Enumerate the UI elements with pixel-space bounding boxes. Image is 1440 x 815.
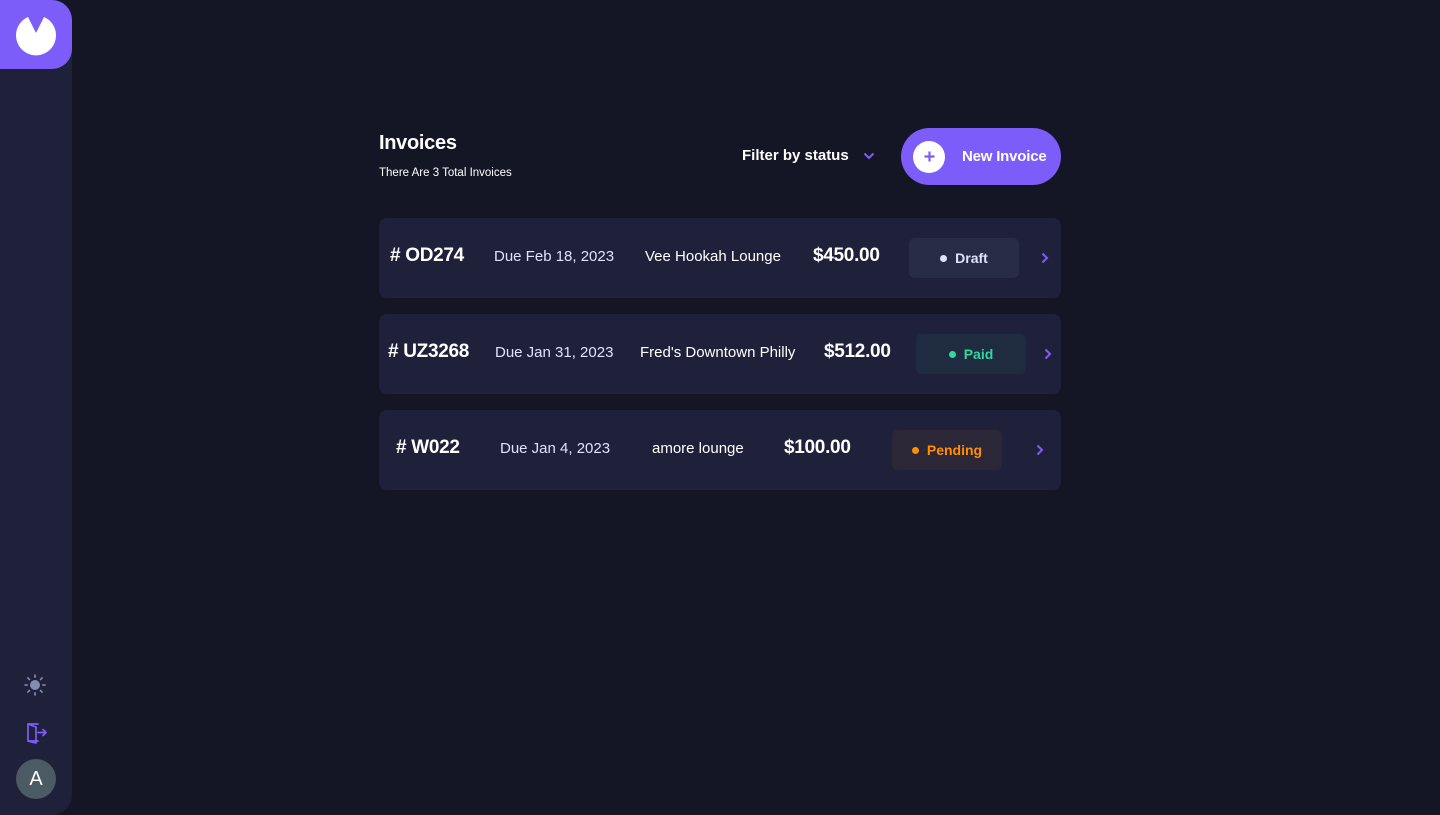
chevron-right-icon	[1044, 348, 1052, 360]
invoice-id: # OD274	[390, 245, 464, 266]
avatar-initial: A	[29, 767, 43, 790]
plus-icon	[924, 151, 934, 162]
sun-icon	[24, 674, 46, 696]
status-badge: Draft	[909, 238, 1019, 278]
status-badge: Paid	[916, 334, 1026, 374]
logout-button[interactable]	[25, 720, 49, 744]
plus-circle	[913, 140, 945, 173]
invoice-amount: $450.00	[813, 245, 880, 266]
invoice-amount: $512.00	[824, 341, 891, 362]
invoice-row[interactable]: # OD274 Due Feb 18, 2023 Vee Hookah Loun…	[379, 218, 1061, 298]
chevron-down-icon	[863, 152, 874, 159]
status-label: Pending	[926, 442, 983, 458]
logo-icon	[15, 17, 56, 56]
invoice-row[interactable]: # W022 Due Jan 4, 2023 amore lounge $100…	[379, 410, 1061, 490]
new-invoice-label: New Invoice	[962, 148, 1047, 165]
theme-toggle-button[interactable]	[24, 674, 46, 696]
invoices-header: Invoices There Are 3 Total Invoices Filt…	[379, 128, 1061, 186]
filter-label: Filter by status	[742, 147, 849, 164]
status-dot	[948, 350, 956, 358]
chevron-right-icon	[1041, 252, 1049, 264]
avatar[interactable]: A	[16, 759, 56, 799]
sidebar: A	[0, 0, 72, 815]
app-logo[interactable]	[0, 0, 72, 69]
invoice-count: There Are 3 Total Invoices	[379, 167, 512, 179]
logout-icon	[27, 723, 47, 744]
status-dot	[911, 446, 919, 454]
invoice-client: Fred's Downtown Philly	[640, 344, 796, 361]
invoice-row[interactable]: # UZ3268 Due Jan 31, 2023 Fred's Downtow…	[379, 314, 1061, 394]
invoice-due-date: Due Jan 4, 2023	[500, 440, 611, 457]
filter-by-status-dropdown[interactable]: Filter by status	[742, 147, 875, 164]
invoice-due-date: Due Feb 18, 2023	[494, 248, 615, 265]
invoice-client: amore lounge	[652, 440, 744, 457]
chevron-right-icon	[1036, 444, 1044, 456]
status-badge: Pending	[892, 430, 1002, 470]
status-label: Paid	[963, 346, 994, 362]
status-dot	[940, 254, 948, 262]
invoice-amount: $100.00	[784, 437, 851, 458]
new-invoice-button[interactable]: New Invoice	[901, 128, 1061, 185]
invoice-client: Vee Hookah Lounge	[645, 248, 781, 265]
invoice-id: # W022	[396, 437, 460, 458]
invoice-id: # UZ3268	[388, 341, 470, 362]
page-title: Invoices	[379, 132, 457, 154]
invoice-due-date: Due Jan 31, 2023	[495, 344, 614, 361]
status-label: Draft	[955, 250, 988, 266]
